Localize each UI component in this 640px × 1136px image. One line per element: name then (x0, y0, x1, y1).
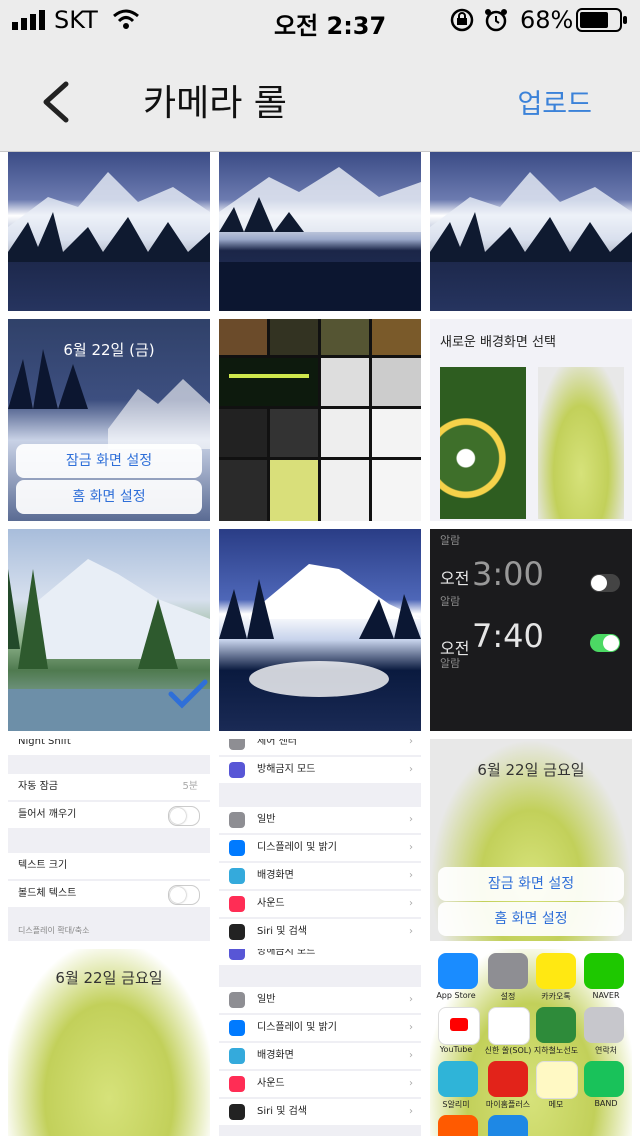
orientation-lock-icon (450, 8, 474, 36)
app-label: 마이홈플러스 (485, 1100, 531, 1109)
alarm-prefix: 오전 (440, 569, 470, 588)
carrier-label: SKT (54, 6, 98, 34)
wallpaper-preview-home (538, 367, 624, 519)
lockscreen-date: 6월 22일 금요일 (477, 761, 585, 779)
photo-thumbnail[interactable]: 알람 오전 3:00 알람 오전 7:40 알람 (430, 529, 632, 731)
kakaotalk-icon (536, 953, 576, 989)
subway-icon (536, 1007, 576, 1043)
settings-icon (488, 953, 528, 989)
settings-row: 일반 › (219, 987, 421, 1013)
s-alimi-icon (438, 1061, 478, 1097)
photo-thumbnail[interactable]: 방해금지 모드 일반 › 디스플레이 및 밝기 › 배경화면 › 사운드 › Siri … (219, 949, 421, 1136)
settings-row: 디스플레이 및 밝기 › (219, 835, 421, 861)
app-label: 지하철노선도 (533, 1046, 579, 1055)
photo-thumbnail[interactable]: Night Shift 자동 잠금 5분 들어서 깨우기 텍스트 크기 볼드체 텍… (8, 739, 210, 941)
app-icon (488, 1115, 528, 1136)
band-icon (584, 1061, 624, 1097)
set-lockscreen-button: 잠금 화면 설정 (16, 444, 202, 478)
settings-row: 텍스트 크기 (8, 853, 210, 879)
navigation-bar: 카메라 롤 업로드 (0, 40, 640, 152)
settings-row: 방해금지 모드 (219, 949, 421, 965)
settings-row: 배경화면 › (219, 863, 421, 889)
battery-icon (576, 8, 628, 36)
settings-row: 디스플레이 및 밝기 › (219, 1015, 421, 1041)
youtube-icon (438, 1007, 480, 1045)
set-homescreen-button: 홈 화면 설정 (438, 902, 624, 936)
settings-row: 일반 › (219, 807, 421, 833)
settings-row: Night Shift (8, 739, 210, 755)
photo-thumbnail[interactable]: 6월 22일 금요일 (8, 949, 210, 1136)
page-title: 카메라 롤 (143, 83, 287, 124)
wallpaper-preview-lock (440, 367, 526, 519)
settings-row: 방해금지 모드 › (219, 757, 421, 783)
alarm-toggle (590, 574, 620, 592)
photo-grid: 6월 22일 (금) 잠금 화면 설정 홈 화면 설정 새로운 배경화면 선택 … (0, 152, 640, 1136)
naver-icon (584, 953, 624, 989)
back-icon[interactable] (38, 80, 74, 128)
photo-thumbnail[interactable] (8, 529, 210, 731)
app-label: App Store (436, 991, 476, 1000)
settings-row: 배경화면 › (219, 1043, 421, 1069)
photo-thumbnail[interactable] (430, 152, 632, 311)
settings-row: Siri 및 검색 › (219, 919, 421, 941)
settings-row: 제어 센터 › (219, 739, 421, 755)
app-label: S알리미 (442, 1100, 470, 1109)
photo-thumbnail[interactable]: 새로운 배경화면 선택 (430, 319, 632, 521)
alarm-toggle (590, 634, 620, 652)
upload-button[interactable]: 업로드 (517, 82, 592, 121)
alarm-time: 3:00 (472, 555, 544, 593)
notes-icon (536, 1061, 578, 1099)
settings-row: 볼드체 텍스트 (8, 881, 210, 907)
photo-thumbnail[interactable]: App Store 설정 카카오톡 NAVER YouTube 신한 쏠(SOL… (430, 949, 632, 1136)
wifi-icon (112, 8, 140, 34)
set-homescreen-button: 홈 화면 설정 (16, 480, 202, 514)
clock-label: 오전 2:37 (274, 12, 387, 40)
alarm-time: 7:40 (472, 617, 544, 655)
set-lockscreen-button: 잠금 화면 설정 (438, 867, 624, 901)
settings-row: 사운드 › (219, 891, 421, 917)
lockscreen-date: 6월 22일 금요일 (55, 969, 163, 987)
settings-row: Siri 및 검색 › (219, 1099, 421, 1125)
battery-percent: 68% (520, 6, 574, 34)
sol-bank-icon (488, 1007, 530, 1045)
settings-row: 사운드 › (219, 1071, 421, 1097)
settings-section-label: 디스플레이 확대/축소 (18, 926, 90, 935)
app-label: 연락처 (594, 1046, 618, 1055)
wallpaper-header: 새로운 배경화면 선택 (440, 335, 556, 350)
app-store-icon (438, 953, 478, 989)
app-label: NAVER (592, 991, 620, 1000)
status-bar: SKT 오전 2:37 68% (0, 0, 640, 40)
settings-row: 자동 잠금 5분 (8, 774, 210, 800)
alarm-label: 알람 (440, 657, 461, 670)
app-label: 신한 쏠(SOL) (484, 1046, 532, 1055)
app-label: 설정 (500, 992, 516, 1001)
contacts-icon (584, 1007, 624, 1043)
photo-thumbnail[interactable]: 6월 22일 금요일 잠금 화면 설정 홈 화면 설정 (430, 739, 632, 941)
settings-row: 들어서 깨우기 (8, 802, 210, 828)
photo-thumbnail[interactable] (219, 152, 421, 311)
app-label: YouTube (439, 1045, 473, 1054)
app-label: BAND (594, 1099, 618, 1108)
photo-thumbnail[interactable]: 6월 22일 (금) 잠금 화면 설정 홈 화면 설정 (8, 319, 210, 521)
alarm-label: 알람 (440, 595, 461, 608)
photo-thumbnail[interactable] (219, 319, 421, 521)
app-label: 메모 (548, 1100, 564, 1109)
homeplus-icon (488, 1061, 528, 1097)
check-icon (168, 679, 208, 713)
alarm-icon (484, 8, 508, 36)
photo-thumbnail[interactable] (8, 152, 210, 311)
app-icon (438, 1115, 478, 1136)
signal-icon (12, 10, 48, 34)
photo-thumbnail[interactable] (219, 529, 421, 731)
app-label: 카카오톡 (541, 992, 571, 1001)
photo-thumbnail[interactable]: 제어 센터 › 방해금지 모드 › 일반 › 디스플레이 및 밝기 › 배경화면 › 사운… (219, 739, 421, 941)
alarm-label: 알람 (440, 534, 461, 547)
